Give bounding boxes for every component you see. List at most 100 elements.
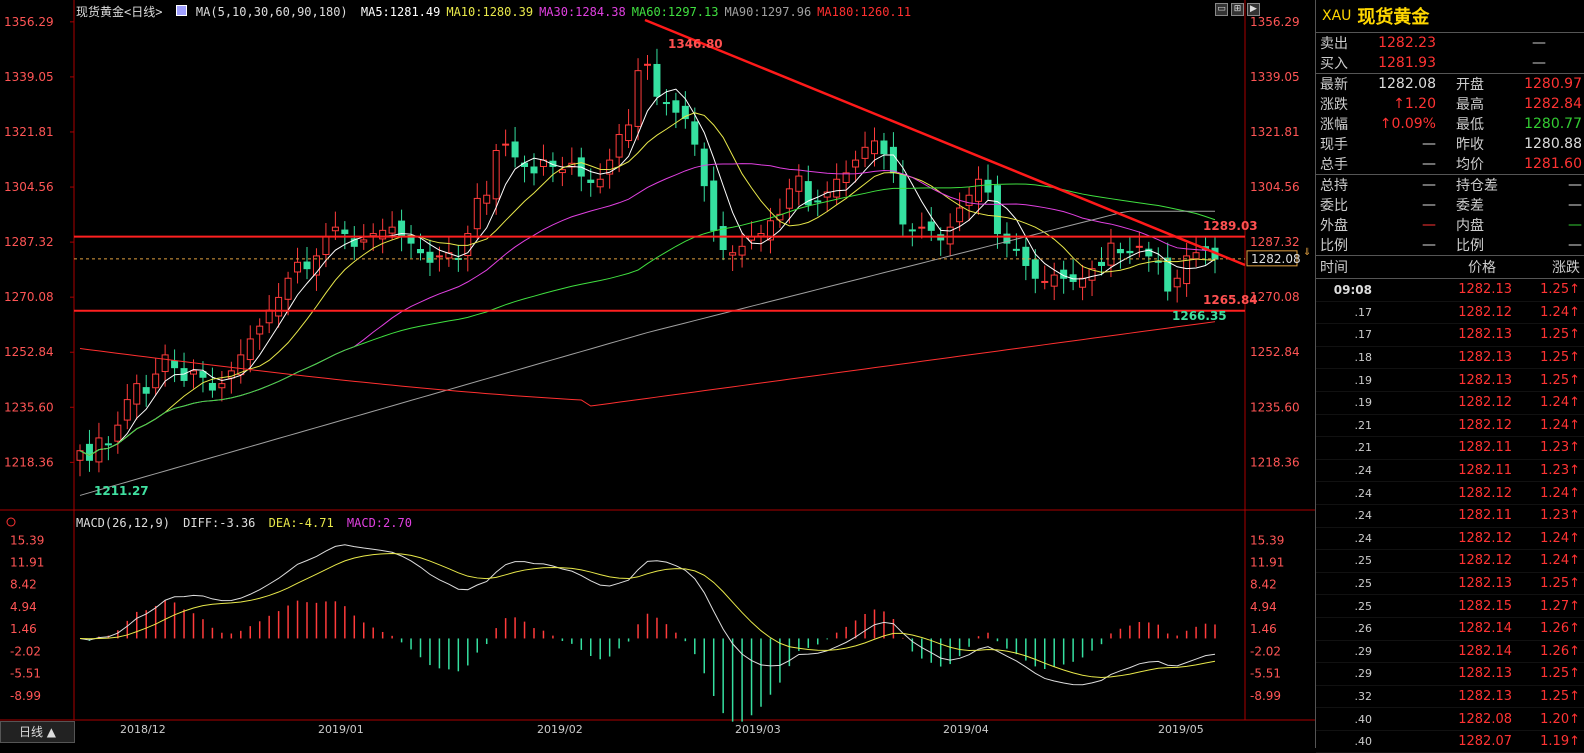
forward-icon[interactable]: ▶: [1247, 3, 1260, 16]
candle-body: [587, 179, 595, 183]
quote-row: 总持 — 持仓差 —: [1320, 177, 1582, 194]
quote-row: 比例 — 比例 —: [1320, 237, 1582, 254]
candle-body: [369, 233, 377, 237]
quote-row: 现手 — 昨收 1280.88: [1320, 136, 1582, 153]
tick-row[interactable]: .24 1282.12 1.24↑: [1316, 482, 1584, 505]
tick-row[interactable]: .17 1282.12 1.24↑: [1316, 302, 1584, 325]
ma-settings-icon[interactable]: [175, 5, 187, 16]
candle-body: [644, 63, 651, 66]
candle-body: [1107, 242, 1115, 266]
candle-body: [625, 124, 633, 142]
recent-low-label: 1266.35: [1172, 309, 1227, 323]
price-tick-left: 1356.29: [4, 15, 54, 29]
macd-tick-right: 4.94: [1250, 600, 1277, 614]
date-label: 2019/03: [735, 723, 781, 736]
minimize-icon[interactable]: ▭: [1215, 3, 1228, 16]
candle-body: [492, 150, 500, 200]
candle-body: [190, 370, 197, 375]
tick-row[interactable]: .32 1282.13 1.25↑: [1316, 686, 1584, 709]
tick-row[interactable]: .24 1282.11 1.23↑: [1316, 460, 1584, 483]
candle-body: [918, 226, 926, 229]
candle-body: [388, 226, 396, 234]
candle-body: [1098, 261, 1105, 266]
tick-row[interactable]: .26 1282.14 1.26↑: [1316, 618, 1584, 641]
tick-row[interactable]: .25 1282.13 1.25↑: [1316, 573, 1584, 596]
candle-body: [993, 185, 1001, 235]
ma-line-60: [79, 183, 1216, 457]
quote-section: 最新 1282.08 开盘 1280.97 涨跌 ↑1.20 最高 1282.84 涨幅 ↑0.0…: [1316, 74, 1584, 175]
tick-row[interactable]: .18 1282.13 1.25↑: [1316, 347, 1584, 370]
candle-body: [719, 226, 727, 251]
collapse-arrow-icon: ⇓: [1303, 247, 1311, 258]
macd-settings-icon: [6, 517, 16, 527]
quote-row: 涨幅 ↑0.09% 最低 1280.77: [1320, 116, 1582, 133]
price-tick-right: 1287.32: [1250, 235, 1300, 249]
macd-tick-left: 4.94: [10, 600, 37, 614]
tick-row[interactable]: .17 1282.13 1.25↑: [1316, 324, 1584, 347]
date-label: 2019/05: [1158, 723, 1204, 736]
tick-row[interactable]: .21 1282.12 1.24↑: [1316, 415, 1584, 438]
price-tick-right: 1321.81: [1250, 125, 1300, 139]
candle-body: [218, 383, 226, 389]
date-label: 2019/02: [537, 723, 583, 736]
candle-body: [558, 169, 566, 174]
candle-body: [861, 146, 869, 159]
ma-value-2: MA30:1284.38: [539, 5, 626, 19]
macd-diff: DIFF:-3.36: [183, 516, 256, 530]
kline-chart[interactable]: 1356.29 1356.29 1339.05 1339.05 1321.81 1321.…: [0, 0, 1315, 748]
tick-row[interactable]: .19 1282.13 1.25↑: [1316, 369, 1584, 392]
tick-row[interactable]: .29 1282.13 1.25↑: [1316, 663, 1584, 686]
candle-body: [265, 309, 273, 324]
ticks-header-change: 涨跌: [1552, 260, 1580, 276]
quote-row: 外盘 — 内盘 —: [1320, 217, 1582, 234]
tick-row[interactable]: .24 1282.11 1.23↑: [1316, 505, 1584, 528]
tick-row[interactable]: .40 1282.08 1.20↑: [1316, 708, 1584, 731]
tick-row[interactable]: .29 1282.14 1.26↑: [1316, 641, 1584, 664]
candle-body: [123, 399, 131, 421]
chart-toolbar: ▭ ⊞ ▶: [1215, 3, 1260, 16]
macd-tick-right: -2.02: [1250, 644, 1281, 658]
macd-tick-left: 8.42: [10, 578, 37, 592]
tick-row[interactable]: .19 1282.12 1.24↑: [1316, 392, 1584, 415]
low-label: 1211.27: [94, 484, 149, 498]
candle-body: [700, 148, 708, 187]
candle-body: [530, 166, 538, 174]
tick-row[interactable]: .25 1282.15 1.27↑: [1316, 595, 1584, 618]
candle-body: [691, 121, 699, 145]
tick-row[interactable]: .24 1282.12 1.24↑: [1316, 528, 1584, 551]
candle-body: [908, 229, 916, 232]
restore-icon[interactable]: ⊞: [1231, 3, 1244, 16]
kline-chart-area[interactable]: 1356.29 1356.29 1339.05 1339.05 1321.81 1321.…: [0, 0, 1315, 748]
candle-body: [435, 255, 443, 258]
ma-value-5: MA180:1260.11: [817, 5, 912, 19]
ma-value-1: MA10:1280.39: [446, 5, 534, 19]
candle-body: [331, 226, 339, 232]
ma-value-4: MA90:1297.96: [724, 5, 812, 19]
price-tick-right: 1356.29: [1250, 15, 1300, 29]
candle-body: [1173, 277, 1181, 288]
candle-body: [738, 245, 746, 256]
macd-tick-right: 8.42: [1250, 578, 1277, 592]
tick-row[interactable]: .40 1282.07 1.19↑: [1316, 731, 1584, 753]
candle-body: [284, 277, 292, 300]
candle-body: [483, 194, 491, 204]
macd-dea: DEA:-4.71: [268, 516, 334, 530]
candle-body: [729, 252, 737, 256]
ma-legend: 现货黄金<日线> MA(5,10,30,60,90,180) MA5:1281.…: [76, 3, 923, 20]
tick-row[interactable]: 09:08 1282.13 1.25↑: [1316, 279, 1584, 302]
candle-body: [133, 383, 141, 405]
period-button[interactable]: 日线 ▲: [0, 721, 75, 743]
tick-list[interactable]: 09:08 1282.13 1.25↑ .17 1282.12 1.24↑ .17 1282.…: [1316, 279, 1584, 753]
resistance-label: 1289.03: [1203, 219, 1258, 233]
candle-body: [1126, 250, 1134, 254]
candle-body: [511, 141, 519, 158]
price-tick-left: 1252.84: [4, 345, 54, 359]
ticks-header-price: 价格: [1468, 260, 1496, 276]
macd-tick-left: 1.46: [10, 622, 37, 636]
tick-row[interactable]: .21 1282.11 1.23↑: [1316, 437, 1584, 460]
candle-body: [114, 424, 122, 442]
tick-row[interactable]: .25 1282.12 1.24↑: [1316, 550, 1584, 573]
downtrend-line: [644, 18, 1246, 267]
macd-tick-left: -8.99: [10, 689, 41, 703]
bidask-row: 卖出 1282.23—: [1320, 35, 1546, 52]
